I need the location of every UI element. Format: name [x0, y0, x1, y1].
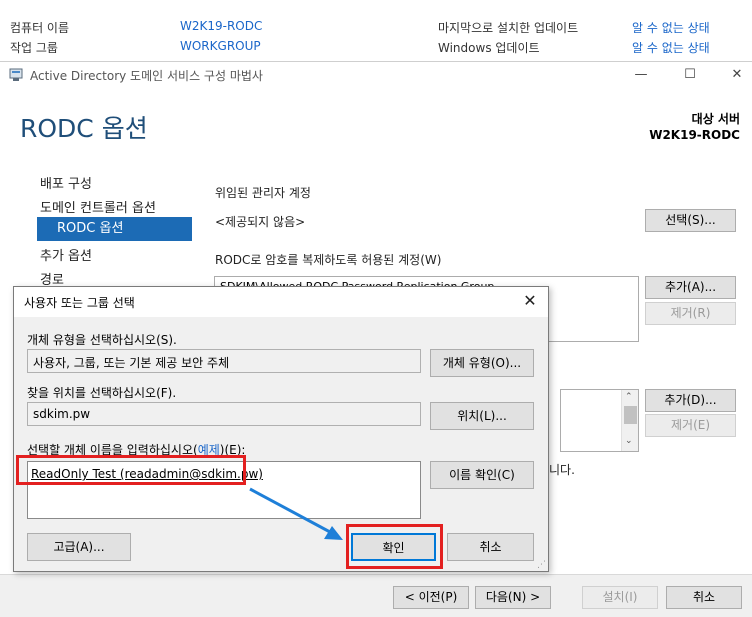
- annotation-arrow-icon: [249, 487, 343, 540]
